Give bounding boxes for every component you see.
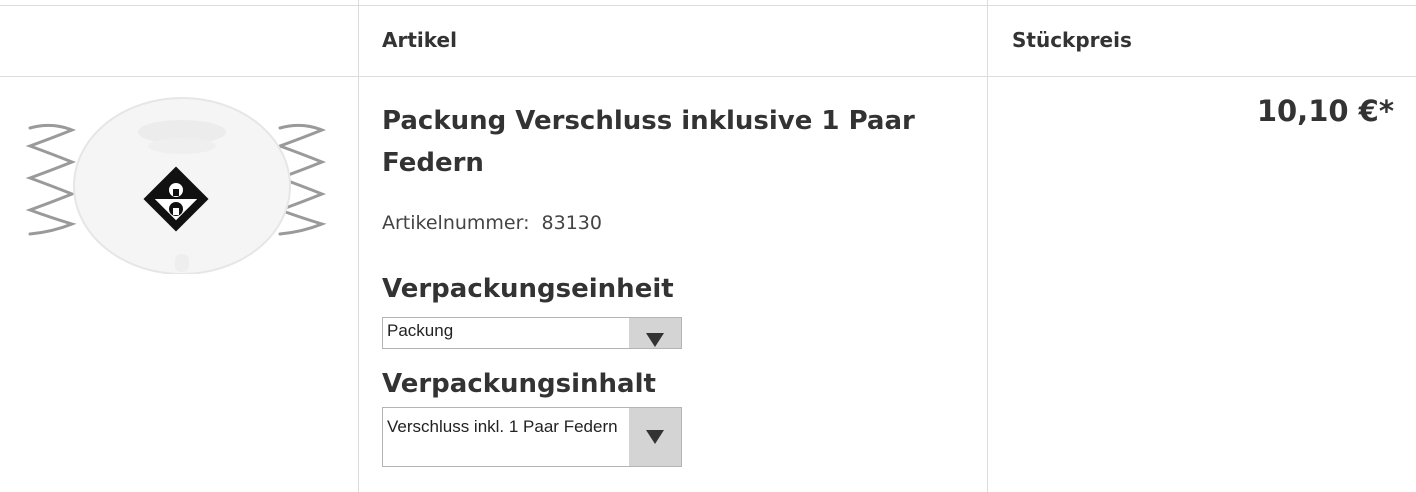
column-divider-2 [987,0,988,492]
column-divider-1 [358,0,359,492]
article-number: Artikelnummer: 83130 [382,212,602,234]
packaging-content-label: Verpackungsinhalt [382,369,656,399]
chevron-down-icon [646,430,664,444]
packaging-content-value: Verschluss inkl. 1 Paar Federn [387,417,618,436]
chevron-down-icon [646,333,664,347]
packaging-content-dropdown-button[interactable] [629,408,681,466]
packaging-content-select[interactable]: Verschluss inkl. 1 Paar Federn [382,407,682,467]
unit-price: 10,10 €* [1256,94,1394,128]
product-title[interactable]: Packung Verschluss inklusive 1 Paar Fede… [382,100,972,184]
article-number-value: 83130 [541,212,602,234]
header-unit-price: Stückpreis [1012,28,1132,52]
product-table: Artikel Stückpreis Packung Verschluss in… [0,0,1416,492]
header-divider [0,76,1416,77]
packaging-unit-select[interactable]: Packung [382,317,682,349]
packaging-unit-label: Verpackungseinheit [382,274,674,304]
product-image[interactable] [22,92,344,274]
packaging-unit-value: Packung [387,321,454,340]
article-number-label: Artikelnummer: [382,212,530,234]
top-border [0,5,1416,6]
header-article: Artikel [382,28,457,52]
packaging-unit-dropdown-button[interactable] [629,318,681,348]
spring-left-icon [25,123,77,236]
